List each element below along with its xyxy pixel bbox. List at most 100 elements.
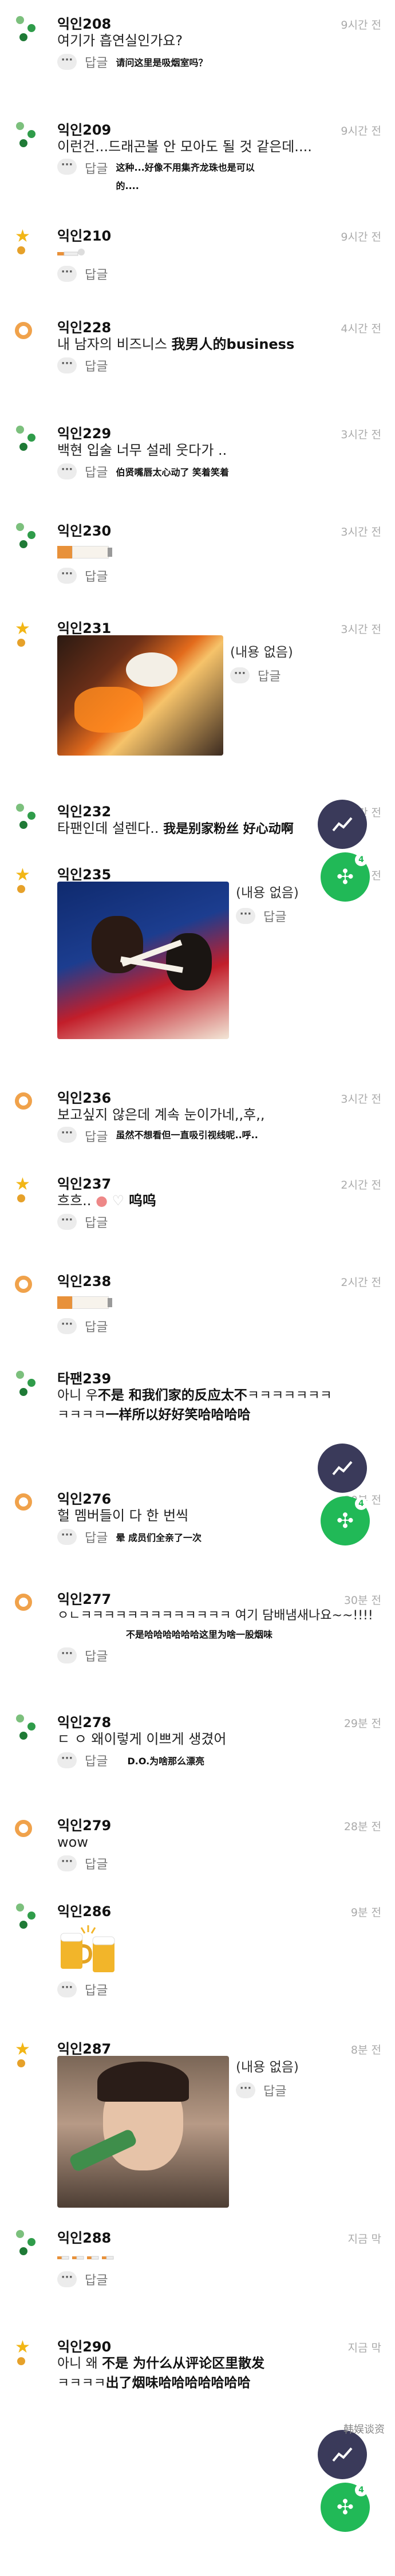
username[interactable]: 타팬239	[57, 1367, 111, 1387]
reply-button[interactable]: 답글	[85, 159, 108, 177]
avatar[interactable]	[13, 1589, 47, 1623]
translation-caption: 出了烟味哈哈哈哈哈哈哈	[105, 2376, 251, 2390]
username[interactable]: 익인288	[57, 2227, 111, 2247]
comment-text: 아니 왜 不是 为什么从评论区里散发	[57, 2356, 265, 2371]
photo-attachment[interactable]	[57, 635, 223, 756]
reply-button[interactable]: 답글	[85, 2270, 108, 2288]
collapse-button[interactable]: ✣ 4	[321, 2483, 370, 2532]
avatar[interactable]	[13, 2228, 47, 2262]
reply-button[interactable]: 답글	[85, 1528, 108, 1546]
notification-badge: 4	[355, 2484, 368, 2496]
username[interactable]: 익인210	[57, 225, 111, 245]
avatar[interactable]: ★	[13, 226, 47, 260]
avatar[interactable]	[13, 317, 47, 352]
avatar[interactable]: ★	[13, 1174, 47, 1208]
comment-item: 익인286 9분 전 ··· 답글	[0, 1898, 395, 2035]
comment-text: 보고싶지 않은데 계속 눈이가네,,후,,	[57, 1107, 265, 1123]
more-options-button[interactable]: ···	[57, 1855, 77, 1871]
more-options-button[interactable]: ···	[236, 908, 255, 924]
username[interactable]: 익인236	[57, 1087, 111, 1107]
avatar[interactable]	[13, 1271, 47, 1305]
comment-text: 이런건...드래곤볼 안 모아도 될 것 같은데....	[57, 139, 312, 155]
more-options-button[interactable]: ···	[57, 159, 77, 175]
photo-attachment[interactable]	[57, 882, 229, 1039]
reply-button[interactable]: 답글	[85, 1980, 108, 1999]
more-options-button[interactable]: ···	[236, 2082, 255, 2098]
username[interactable]: 익인231	[57, 617, 111, 637]
reply-button[interactable]: 답글	[85, 462, 108, 481]
avatar[interactable]: ★	[13, 864, 47, 899]
more-options-button[interactable]: ···	[57, 463, 77, 479]
username[interactable]: 익인235	[57, 863, 111, 883]
username[interactable]: 익인277	[57, 1588, 111, 1608]
more-options-button[interactable]: ···	[57, 2271, 77, 2287]
username[interactable]: 익인290	[57, 2335, 111, 2355]
cigarettes-icon	[57, 2256, 114, 2260]
avatar[interactable]	[13, 423, 47, 458]
collapse-button[interactable]: ✣ 4	[321, 1496, 370, 1545]
avatar[interactable]	[13, 801, 47, 836]
collapse-icon: ✣	[336, 865, 354, 889]
more-options-button[interactable]: ···	[57, 1752, 77, 1768]
reply-button[interactable]: 답글	[85, 1646, 108, 1665]
username[interactable]: 익인229	[57, 422, 111, 442]
more-options-button[interactable]: ···	[230, 667, 250, 683]
username[interactable]: 익인230	[57, 520, 111, 540]
reply-button[interactable]: 답글	[85, 265, 108, 283]
avatar[interactable]	[13, 1489, 47, 1523]
reply-button[interactable]: 답글	[85, 356, 108, 375]
photo-attachment[interactable]	[57, 2056, 229, 2208]
username[interactable]: 익인228	[57, 316, 111, 336]
timestamp: 9분 전	[350, 1906, 381, 1919]
stats-chart-button[interactable]	[318, 1444, 367, 1493]
more-options-button[interactable]: ···	[57, 54, 77, 70]
stats-chart-button[interactable]	[318, 2430, 367, 2479]
username[interactable]: 익인232	[57, 800, 111, 820]
avatar[interactable]	[13, 1368, 47, 1403]
collapse-button[interactable]: ✣ 4	[321, 852, 370, 902]
avatar[interactable]: ★	[13, 2337, 47, 2371]
reply-button[interactable]: 답글	[85, 1317, 108, 1335]
reply-button[interactable]: 답글	[85, 1213, 108, 1231]
username[interactable]: 익인208	[57, 13, 111, 33]
more-options-button[interactable]: ···	[57, 357, 77, 373]
username[interactable]: 익인286	[57, 1900, 111, 1920]
beer-cheers-emoji	[57, 1921, 120, 1978]
reply-button[interactable]: 답글	[263, 2081, 286, 2099]
reply-button[interactable]: 답글	[258, 666, 281, 685]
avatar[interactable]	[13, 1712, 47, 1747]
reply-button[interactable]: 답글	[85, 53, 108, 71]
more-options-button[interactable]: ···	[57, 1214, 77, 1230]
stats-chart-button[interactable]	[318, 800, 367, 849]
avatar[interactable]	[13, 521, 47, 555]
more-options-button[interactable]: ···	[57, 266, 77, 282]
reply-button[interactable]: 답글	[85, 1127, 108, 1145]
avatar[interactable]	[13, 1815, 47, 1850]
username[interactable]: 익인238	[57, 1270, 111, 1290]
timestamp: 3시간 전	[341, 623, 381, 636]
more-options-button[interactable]: ···	[57, 1647, 77, 1663]
more-options-button[interactable]: ···	[57, 1127, 77, 1143]
translation-caption: 不是哈哈哈哈哈哈这里为啥一股烟味	[126, 1629, 273, 1640]
avatar[interactable]	[13, 120, 47, 154]
username[interactable]: 익인276	[57, 1488, 111, 1508]
username[interactable]: 익인237	[57, 1173, 111, 1193]
reply-button[interactable]: 답글	[85, 567, 108, 585]
more-options-button[interactable]: ···	[57, 1981, 77, 1997]
avatar[interactable]: ★	[13, 2039, 47, 2073]
more-options-button[interactable]: ···	[57, 568, 77, 584]
comment-text: wow	[57, 1834, 88, 1850]
avatar[interactable]	[13, 1901, 47, 1936]
avatar[interactable]: ★	[13, 618, 47, 652]
avatar[interactable]	[13, 1088, 47, 1122]
more-options-button[interactable]: ···	[57, 1529, 77, 1545]
more-options-button[interactable]: ···	[57, 1318, 77, 1334]
avatar[interactable]	[13, 14, 47, 48]
reply-button[interactable]: 답글	[85, 1854, 108, 1873]
username[interactable]: 익인279	[57, 1814, 111, 1834]
reply-button[interactable]: 답글	[85, 1751, 108, 1769]
username[interactable]: 익인278	[57, 1711, 111, 1731]
username[interactable]: 익인287	[57, 2038, 111, 2058]
reply-button[interactable]: 답글	[263, 907, 286, 925]
username[interactable]: 익인209	[57, 119, 111, 139]
